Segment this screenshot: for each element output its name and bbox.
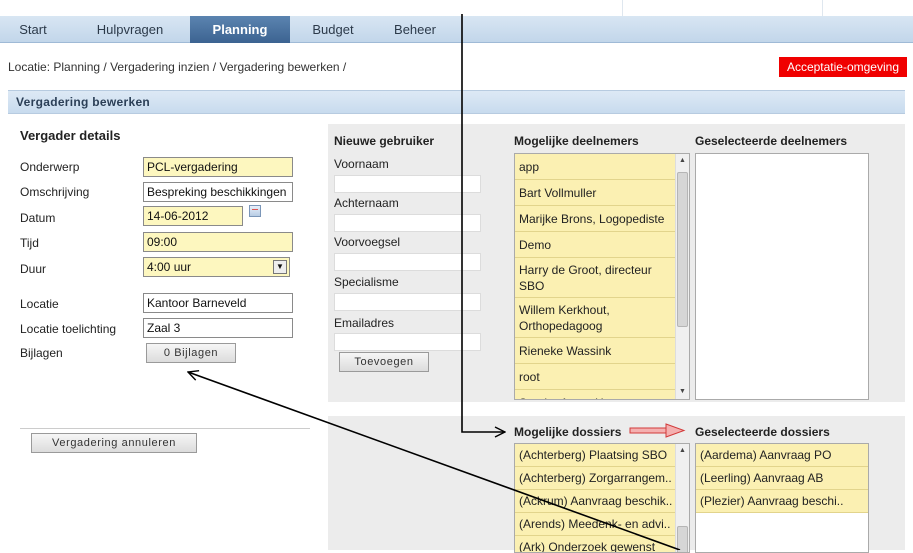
possible-dossiers-title: Mogelijke dossiers bbox=[514, 425, 622, 439]
duur-select[interactable]: 4:00 uur ▼ bbox=[143, 257, 290, 277]
selected-dossiers-list[interactable]: (Aardema) Aanvraag PO (Leerling) Aanvraag… bbox=[695, 443, 869, 553]
add-user-button[interactable]: Toevoegen bbox=[339, 352, 429, 372]
datum-label: Datum bbox=[20, 211, 56, 225]
tab-budget[interactable]: Budget bbox=[298, 16, 368, 43]
tijd-field[interactable]: 09:00 bbox=[143, 232, 293, 252]
dossier-item[interactable]: (Achterberg) Plaatsing SBO bbox=[515, 444, 675, 467]
tab-planning[interactable]: Planning bbox=[190, 16, 290, 43]
participant-item-label: root bbox=[519, 370, 540, 384]
participant-item[interactable]: Willem Kerkhout, Orthopedagoog bbox=[515, 298, 675, 338]
participant-item-label: Sander Aarts, Hotemetoot bbox=[519, 395, 671, 399]
scroll-thumb[interactable] bbox=[677, 526, 688, 552]
datum-field[interactable]: 14-06-2012 bbox=[143, 206, 243, 226]
duur-value: 4:00 uur bbox=[147, 260, 192, 274]
scroll-up-icon[interactable]: ▲ bbox=[676, 444, 689, 458]
section-title: Vergadering bewerken bbox=[8, 90, 905, 114]
bijlagen-label: Bijlagen bbox=[20, 346, 63, 360]
main-navigation: Start Hulpvragen Planning Budget Beheer bbox=[0, 16, 913, 43]
calendar-icon[interactable] bbox=[249, 205, 261, 217]
voornaam-label: Voornaam bbox=[334, 157, 389, 171]
locatie-label: Locatie bbox=[20, 297, 59, 311]
participant-item[interactable]: Harry de Groot, directeur SBO bbox=[515, 258, 675, 298]
scroll-down-icon[interactable]: ▼ bbox=[676, 385, 689, 399]
scroll-thumb[interactable] bbox=[677, 172, 688, 327]
omschrijving-field[interactable]: Bespreking beschikkingen bbox=[143, 182, 293, 202]
achternaam-field[interactable] bbox=[334, 214, 481, 232]
participant-item-label: Demo bbox=[519, 238, 552, 252]
scrollbar[interactable]: ▲ bbox=[675, 444, 689, 552]
participant-item-label: Rieneke Wassink bbox=[519, 344, 612, 358]
selected-participants-list[interactable] bbox=[695, 153, 869, 400]
details-title: Vergader details bbox=[20, 128, 121, 143]
chevron-down-icon[interactable]: ▼ bbox=[273, 260, 287, 274]
locatie-toelichting-label: Locatie toelichting bbox=[20, 322, 117, 336]
possible-dossiers-list[interactable]: (Achterberg) Plaatsing SBO (Achterberg) Z… bbox=[514, 443, 690, 553]
participant-item[interactable]: Bart Vollmuller bbox=[515, 180, 675, 206]
locatie-field[interactable]: Kantoor Barneveld bbox=[143, 293, 293, 313]
possible-participants-list[interactable]: app Bart Vollmuller Marijke Brons, Logoped… bbox=[514, 153, 690, 400]
divider bbox=[20, 428, 310, 429]
onderwerp-label: Onderwerp bbox=[20, 160, 80, 174]
cancel-meeting-button[interactable]: Vergadering annuleren bbox=[31, 433, 197, 453]
top-divider bbox=[822, 0, 823, 16]
participant-item[interactable]: root bbox=[515, 364, 675, 390]
voorvoegsel-label: Voorvoegsel bbox=[334, 235, 401, 249]
selected-dossier-item[interactable]: (Plezier) Aanvraag beschi.. bbox=[696, 490, 868, 513]
tijd-label: Tijd bbox=[20, 236, 39, 250]
dossier-item[interactable]: (Arends) Meedenk- en advi.. bbox=[515, 513, 675, 536]
selected-dossier-item[interactable]: (Leerling) Aanvraag AB bbox=[696, 467, 868, 490]
tab-hulpvragen[interactable]: Hulpvragen bbox=[80, 16, 180, 43]
participant-item-label: Marijke Brons, Logopediste bbox=[519, 212, 665, 226]
participant-item-label: Orthopedagoog bbox=[519, 319, 603, 333]
environment-badge: Acceptatie-omgeving bbox=[778, 57, 907, 77]
selected-participants-title: Geselecteerde deelnemers bbox=[695, 134, 848, 148]
dossier-item[interactable]: (Achterberg) Zorgarrangem.. bbox=[515, 467, 675, 490]
dossier-item[interactable]: (Ark) Onderzoek gewenst bbox=[515, 536, 675, 552]
scroll-up-icon[interactable]: ▲ bbox=[676, 154, 689, 168]
selected-dossier-item[interactable]: (Aardema) Aanvraag PO bbox=[696, 444, 868, 467]
participant-item-label: Bart Vollmuller bbox=[519, 186, 597, 200]
duur-label: Duur bbox=[20, 262, 47, 276]
voorvoegsel-field[interactable] bbox=[334, 253, 481, 271]
specialisme-label: Specialisme bbox=[334, 275, 399, 289]
participant-item[interactable]: Rieneke Wassink bbox=[515, 338, 675, 364]
top-divider bbox=[622, 0, 623, 16]
participant-item[interactable]: app bbox=[515, 154, 675, 180]
dossier-item[interactable]: (Ackrum) Aanvraag beschik.. bbox=[515, 490, 675, 513]
email-field[interactable] bbox=[334, 333, 481, 351]
new-user-title: Nieuwe gebruiker bbox=[334, 134, 435, 148]
selected-dossiers-title: Geselecteerde dossiers bbox=[695, 425, 830, 439]
voornaam-field[interactable] bbox=[334, 175, 481, 193]
omschrijving-label: Omschrijving bbox=[20, 185, 90, 199]
tab-start[interactable]: Start bbox=[8, 16, 58, 43]
participant-item-label: app bbox=[519, 160, 540, 174]
participant-item-label: Willem Kerkhout, bbox=[519, 303, 610, 317]
participant-item[interactable]: Demo bbox=[515, 232, 675, 258]
participant-item-label: SBO bbox=[519, 279, 545, 293]
breadcrumb: Locatie: Planning / Vergadering inzien /… bbox=[8, 60, 347, 74]
scrollbar[interactable]: ▲ ▼ bbox=[675, 154, 689, 399]
tab-beheer[interactable]: Beheer bbox=[380, 16, 450, 43]
participant-item[interactable]: Sander Aarts, Hotemetoot bbox=[515, 390, 675, 399]
email-label: Emailadres bbox=[334, 316, 395, 330]
participant-item-label: Harry de Groot, directeur bbox=[519, 263, 652, 277]
achternaam-label: Achternaam bbox=[334, 196, 399, 210]
locatie-toelichting-field[interactable]: Zaal 3 bbox=[143, 318, 293, 338]
bijlagen-button[interactable]: 0 Bijlagen bbox=[146, 343, 236, 363]
onderwerp-field[interactable]: PCL-vergadering bbox=[143, 157, 293, 177]
participant-item[interactable]: Marijke Brons, Logopediste bbox=[515, 206, 675, 232]
possible-participants-title: Mogelijke deelnemers bbox=[514, 134, 639, 148]
specialisme-field[interactable] bbox=[334, 293, 481, 311]
